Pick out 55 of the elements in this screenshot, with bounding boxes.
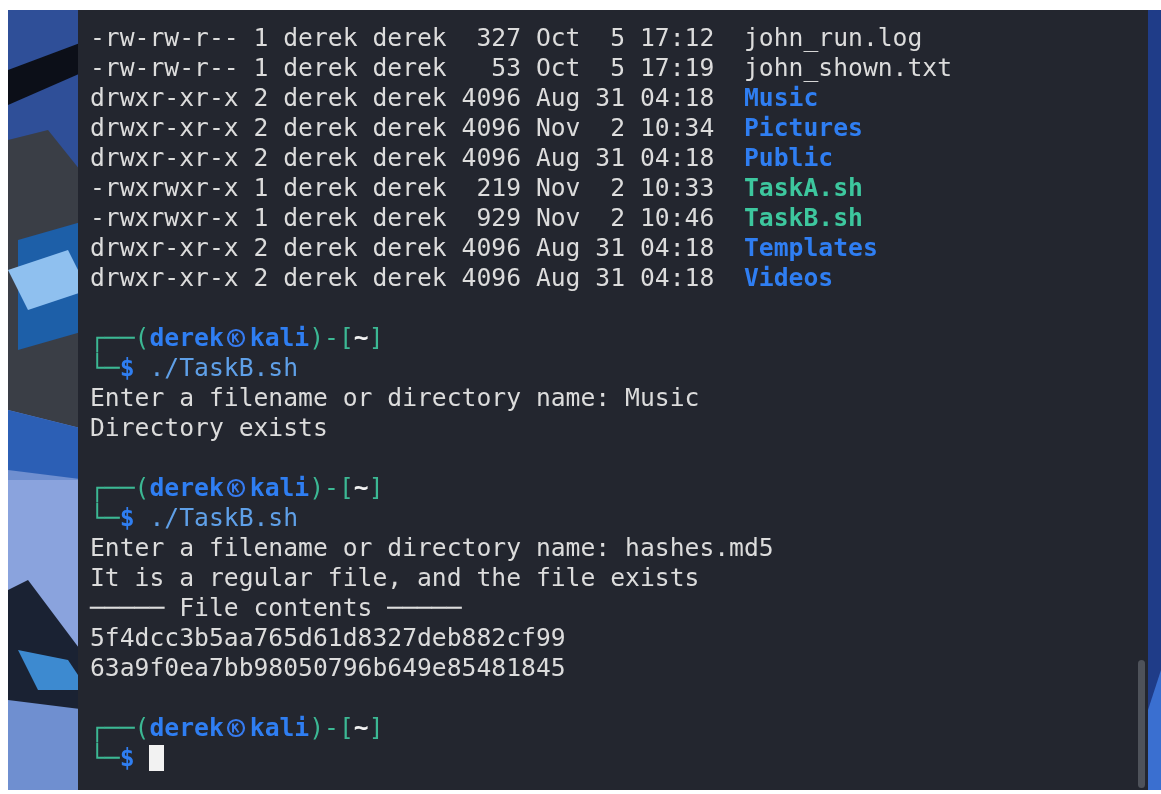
file-name: Music <box>744 83 819 113</box>
file-details: -rw-rw-r-- 1 derek derek 53 Oct 5 17:19 <box>90 53 715 83</box>
prompt-user: derek <box>149 713 224 743</box>
file-name: Pictures <box>744 113 863 143</box>
file-details: drwxr-xr-x 2 derek derek 4096 Aug 31 04:18 <box>90 263 715 293</box>
output-line: Enter a filename or directory name: hashes.md5 <box>90 533 774 563</box>
file-name: Public <box>744 143 834 173</box>
prompt-frame: )-[ <box>309 323 354 353</box>
prompt-host: kali <box>249 713 310 743</box>
output-line: ───── File contents ───── <box>90 593 462 623</box>
output-line: It is a regular file, and the file exists <box>90 563 700 593</box>
prompt-frame: └─ <box>90 743 120 773</box>
prompt-sign: $ <box>119 353 135 383</box>
circled-symbol-icon <box>225 328 246 348</box>
file-name: Videos <box>744 263 834 293</box>
file-name: Templates <box>744 233 878 263</box>
prompt-user: derek <box>149 323 224 353</box>
prompt-frame: )-[ <box>309 473 354 503</box>
file-details: -rwxrwxr-x 1 derek derek 219 Nov 2 10:33 <box>90 173 715 203</box>
file-name: TaskA.sh <box>744 173 863 203</box>
output-line: 5f4dcc3b5aa765d61d8327deb882cf99 <box>90 623 566 653</box>
prompt-user: derek <box>149 473 224 503</box>
scrollbar-thumb[interactable] <box>1138 660 1145 788</box>
prompt-frame: )-[ <box>309 713 354 743</box>
circled-symbol-icon <box>225 478 246 498</box>
file-name: john_run.log <box>744 23 923 53</box>
prompt-directory: ~ <box>353 473 369 503</box>
output-line: Enter a filename or directory name: Music <box>90 383 700 413</box>
file-details: drwxr-xr-x 2 derek derek 4096 Aug 31 04:18 <box>90 143 715 173</box>
file-details: -rw-rw-r-- 1 derek derek 327 Oct 5 17:12 <box>90 23 715 53</box>
output-line: Directory exists <box>90 413 328 443</box>
command-text: ./TaskB.sh <box>149 353 299 383</box>
prompt-frame: ┌──( <box>90 713 150 743</box>
prompt-host: kali <box>249 473 310 503</box>
command-text: ./TaskB.sh <box>149 503 299 533</box>
prompt-frame: ┌──( <box>90 473 150 503</box>
file-details: -rwxrwxr-x 1 derek derek 929 Nov 2 10:46 <box>90 203 715 233</box>
file-details: drwxr-xr-x 2 derek derek 4096 Aug 31 04:18 <box>90 233 715 263</box>
prompt-host: kali <box>249 323 310 353</box>
prompt-frame: ] <box>368 473 384 503</box>
prompt-sign: $ <box>119 743 135 773</box>
circled-symbol-icon <box>225 718 246 738</box>
file-name: TaskB.sh <box>744 203 863 233</box>
file-details: drwxr-xr-x 2 derek derek 4096 Nov 2 10:34 <box>90 113 715 143</box>
output-line: 63a9f0ea7bb98050796b649e85481845 <box>90 653 566 683</box>
prompt-directory: ~ <box>353 323 369 353</box>
prompt-directory: ~ <box>353 713 369 743</box>
prompt-frame: ] <box>368 323 384 353</box>
file-details: drwxr-xr-x 2 derek derek 4096 Aug 31 04:18 <box>90 83 715 113</box>
prompt-frame: └─ <box>90 503 120 533</box>
prompt-sign: $ <box>119 503 135 533</box>
file-name: john_shown.txt <box>744 53 953 83</box>
prompt-frame: ┌──( <box>90 323 150 353</box>
prompt-frame: ] <box>368 713 384 743</box>
prompt-frame: └─ <box>90 353 120 383</box>
